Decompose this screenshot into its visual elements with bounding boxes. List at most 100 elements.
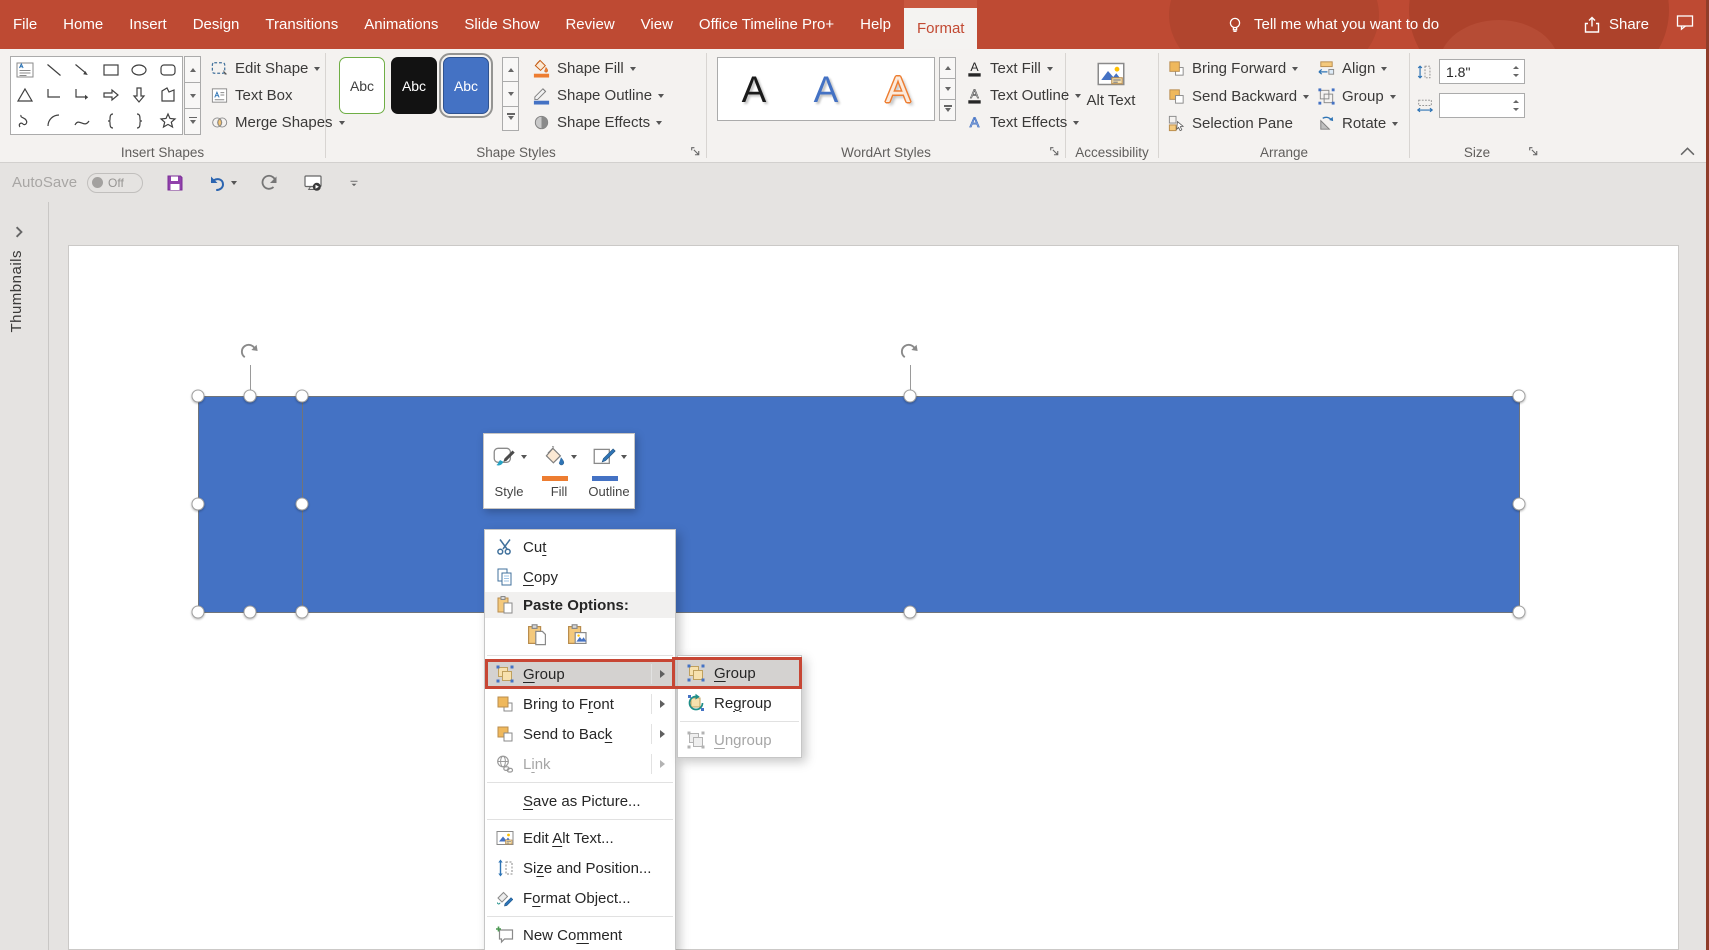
wordart-more-button[interactable] — [939, 100, 956, 121]
text-outline-button[interactable]: A Text Outline — [965, 83, 1081, 108]
text-fill-button[interactable]: A Text Fill — [965, 56, 1081, 81]
collapse-ribbon-button[interactable] — [1680, 147, 1695, 156]
rotation-handle[interactable] — [239, 341, 262, 364]
thumbnails-panel-label[interactable]: Thumbnails — [8, 250, 25, 333]
tab-home[interactable]: Home — [50, 0, 116, 49]
tab-slide-show[interactable]: Slide Show — [451, 0, 552, 49]
wordart-down-button[interactable] — [939, 79, 956, 100]
insert-shape-triangle[interactable] — [11, 83, 40, 109]
tab-office-timeline-pro[interactable]: Office Timeline Pro+ — [686, 0, 847, 49]
selection-handle[interactable] — [904, 606, 917, 619]
insert-shape-star[interactable] — [154, 108, 183, 134]
width-up-button[interactable] — [1507, 94, 1524, 106]
alt-text-button[interactable]: Alt Text — [1080, 55, 1142, 141]
rotation-handle[interactable] — [899, 341, 922, 364]
gallery-up-button[interactable] — [184, 56, 201, 83]
autosave-toggle[interactable]: Off — [87, 173, 143, 193]
wordart-style-orange-outline[interactable]: A — [886, 71, 911, 108]
submenu-item-regroup[interactable]: Regroup — [678, 688, 801, 718]
gallery-down-button[interactable] — [184, 83, 201, 109]
pane-divider[interactable] — [48, 202, 49, 950]
selection-handle[interactable] — [296, 498, 309, 511]
wordart-up-button[interactable] — [939, 57, 956, 79]
context-menu-item-save-as-picture[interactable]: Save as Picture... — [485, 786, 675, 816]
align-button[interactable]: Align — [1317, 56, 1398, 81]
size-dialog-launcher[interactable] — [1527, 145, 1540, 158]
insert-shape-elbow-connector[interactable] — [40, 83, 69, 109]
tab-file[interactable]: File — [0, 0, 50, 49]
context-menu-item-copy[interactable]: Copy — [485, 562, 675, 592]
tab-transitions[interactable]: Transitions — [252, 0, 351, 49]
context-menu-item-group[interactable]: Group — [485, 659, 675, 689]
wordart-style-blue[interactable]: A — [814, 71, 839, 108]
selection-handle[interactable] — [192, 498, 205, 511]
insert-shape-arrow[interactable] — [68, 57, 97, 83]
context-menu-item-cut[interactable]: Cut — [485, 532, 675, 562]
insert-shape-scribble[interactable] — [11, 108, 40, 134]
wordart-dialog-launcher[interactable] — [1048, 145, 1061, 158]
gallery-more-button[interactable] — [184, 109, 201, 135]
styles-up-button[interactable] — [502, 57, 519, 82]
mini-fill-button[interactable]: Fill — [536, 441, 582, 508]
insert-shape-left-brace[interactable] — [97, 108, 126, 134]
selection-handle[interactable] — [1513, 606, 1526, 619]
insert-shape-curve[interactable] — [68, 108, 97, 134]
shape-style-fill-black[interactable]: Abc — [391, 57, 437, 114]
selection-handle[interactable] — [244, 390, 257, 403]
send-backward-button[interactable]: Send Backward — [1167, 84, 1309, 109]
tab-design[interactable]: Design — [180, 0, 253, 49]
insert-shape-right-arrow[interactable] — [97, 83, 126, 109]
selection-handle[interactable] — [192, 390, 205, 403]
context-menu-item-new-comment[interactable]: New Comment — [485, 920, 675, 950]
insert-shape-textbox-gallery[interactable] — [11, 57, 40, 83]
wordart-style-black[interactable]: A — [742, 71, 767, 108]
height-up-button[interactable] — [1507, 60, 1524, 72]
context-menu-item-edit-alt-text[interactable]: Edit Alt Text... — [485, 823, 675, 853]
paste-picture-button[interactable] — [563, 621, 591, 649]
tab-animations[interactable]: Animations — [351, 0, 451, 49]
selection-handle[interactable] — [904, 390, 917, 403]
context-menu-item-size-and-position[interactable]: Size and Position... — [485, 853, 675, 883]
paste-keep-source-button[interactable] — [523, 621, 551, 649]
insert-shape-freeform[interactable] — [154, 83, 183, 109]
shape-outline-button[interactable]: Shape Outline — [532, 83, 664, 108]
styles-down-button[interactable] — [502, 82, 519, 106]
shape-fill-button[interactable]: Shape Fill — [532, 56, 664, 81]
expand-thumbnails-button[interactable] — [13, 226, 25, 238]
insert-shape-rounded-rectangle[interactable] — [154, 57, 183, 83]
context-menu-item-send-to-back[interactable]: Send to Back — [485, 719, 675, 749]
tell-me-box[interactable]: Tell me what you want to do — [1225, 0, 1439, 49]
height-down-button[interactable] — [1507, 72, 1524, 84]
tab-insert[interactable]: Insert — [116, 0, 180, 49]
selection-handle[interactable] — [296, 606, 309, 619]
share-button[interactable]: Share — [1582, 15, 1649, 35]
edit-shape-button[interactable]: Edit Shape — [210, 56, 345, 81]
insert-shape-down-arrow[interactable] — [125, 83, 154, 109]
width-input[interactable] — [1440, 94, 1506, 117]
selection-handle[interactable] — [192, 606, 205, 619]
save-button[interactable] — [165, 173, 185, 193]
insert-shape-arc[interactable] — [40, 108, 69, 134]
context-menu-item-format-object[interactable]: Format Object... — [485, 883, 675, 913]
text-box-button[interactable]: Text Box — [210, 83, 345, 108]
undo-button[interactable] — [207, 173, 237, 193]
tab-review[interactable]: Review — [552, 0, 627, 49]
repeat-button[interactable] — [259, 173, 279, 193]
submenu-item-group[interactable]: Group — [678, 658, 801, 688]
selection-handle[interactable] — [1513, 390, 1526, 403]
insert-shape-rectangle[interactable] — [97, 57, 126, 83]
mini-style-button[interactable]: Style — [486, 441, 532, 508]
styles-more-button[interactable] — [502, 107, 519, 131]
tab-format[interactable]: Format — [904, 8, 978, 49]
insert-shape-right-brace[interactable] — [125, 108, 154, 134]
width-down-button[interactable] — [1507, 106, 1524, 118]
selection-pane-button[interactable]: Selection Pane — [1167, 111, 1309, 136]
mini-outline-button[interactable]: Outline — [586, 441, 632, 508]
shape-effects-button[interactable]: Shape Effects — [532, 110, 664, 135]
selection-handle[interactable] — [1513, 498, 1526, 511]
shape-style-outline-green[interactable]: Abc — [339, 57, 385, 114]
selection-handle[interactable] — [244, 606, 257, 619]
rotate-button[interactable]: Rotate — [1317, 111, 1398, 136]
group-button[interactable]: Group — [1317, 84, 1398, 109]
selection-handle[interactable] — [296, 390, 309, 403]
